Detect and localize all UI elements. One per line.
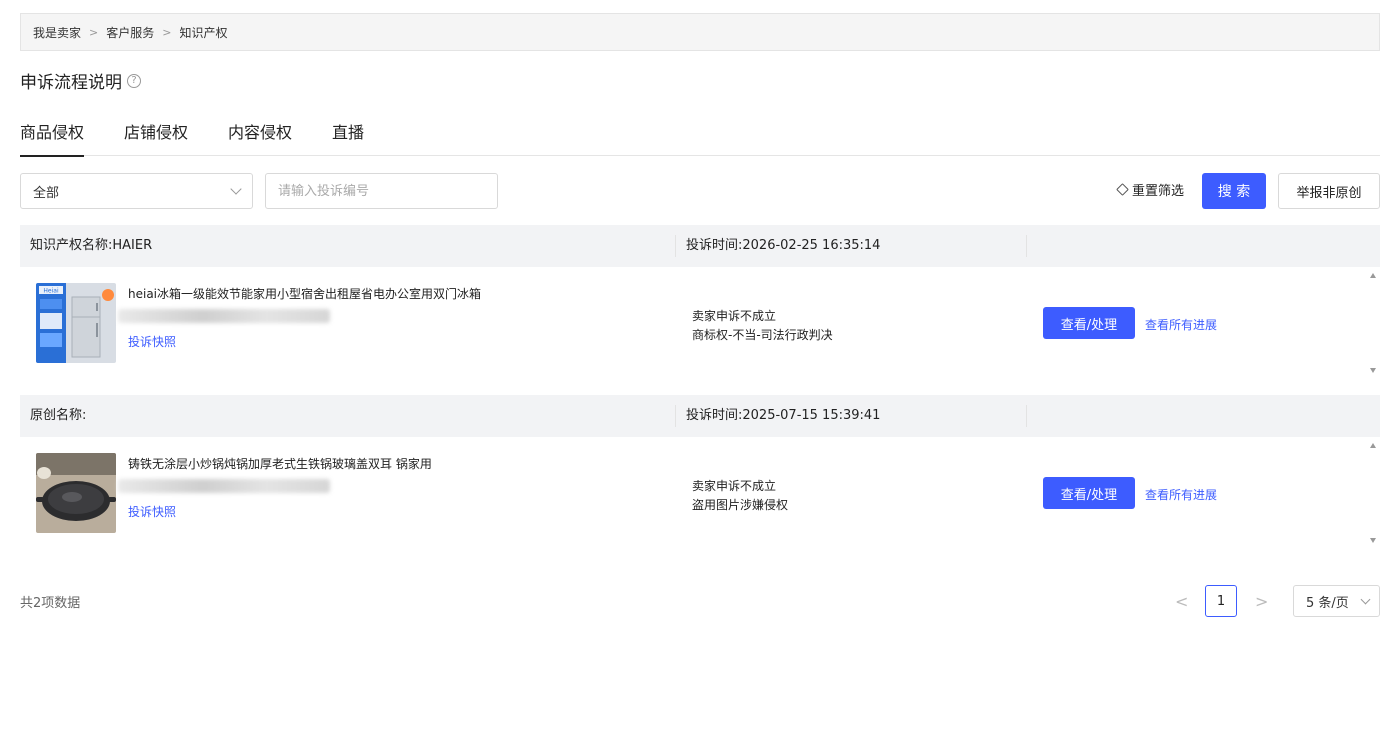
status-select-value: 全部 bbox=[33, 185, 60, 201]
page-size-value: 5 条/页 bbox=[1306, 595, 1349, 611]
breadcrumb-item-customer-service[interactable]: 客户服务 bbox=[106, 24, 154, 41]
blurred-info bbox=[118, 479, 330, 493]
report-non-original-button[interactable]: 举报非原创 bbox=[1278, 173, 1380, 209]
breadcrumb-item-seller[interactable]: 我是卖家 bbox=[33, 24, 81, 41]
complaint-number-input[interactable] bbox=[265, 173, 498, 209]
eraser-icon bbox=[1116, 183, 1129, 196]
view-all-progress-link[interactable]: 查看所有进展 bbox=[1145, 316, 1217, 333]
breadcrumb: 我是卖家 > 客户服务 > 知识产权 bbox=[20, 13, 1380, 51]
record-header: 原创名称: 投诉时间:2025-07-15 15:39:41 bbox=[20, 395, 1380, 437]
page-title: 申诉流程说明 ? bbox=[20, 68, 141, 93]
breadcrumb-item-ip[interactable]: 知识产权 bbox=[179, 24, 227, 41]
original-name: 原创名称: bbox=[20, 405, 676, 427]
tab-live-stream[interactable]: 直播 bbox=[332, 118, 364, 156]
scroll-down-icon[interactable] bbox=[1370, 538, 1376, 543]
product-thumbnail[interactable]: Heiai bbox=[36, 283, 116, 363]
complaint-snapshot-link[interactable]: 投诉快照 bbox=[128, 503, 176, 520]
scroll-up-icon[interactable] bbox=[1370, 443, 1376, 448]
view-handle-button[interactable]: 查看/处理 bbox=[1043, 307, 1135, 339]
reset-filter-label: 重置筛选 bbox=[1132, 184, 1185, 199]
tab-content-infringement[interactable]: 内容侵权 bbox=[228, 118, 292, 156]
record-body: 铸铁无涂层小炒锅炖锅加厚老式生铁锅玻璃盖双耳 锅家用 投诉快照 卖家申诉不成立 … bbox=[20, 437, 1380, 549]
scrollbar[interactable] bbox=[1366, 437, 1380, 549]
status-reason: 商标权-不当-司法行政判决 bbox=[692, 328, 833, 342]
view-handle-button[interactable]: 查看/处理 bbox=[1043, 477, 1135, 509]
complaint-status: 卖家申诉不成立 盗用图片涉嫌侵权 bbox=[692, 477, 788, 515]
blurred-info bbox=[118, 309, 330, 323]
status-result: 卖家申诉不成立 bbox=[692, 479, 777, 493]
tab-product-infringement[interactable]: 商品侵权 bbox=[20, 118, 85, 157]
tab-store-infringement[interactable]: 店铺侵权 bbox=[124, 118, 188, 156]
page-number-button[interactable]: 1 bbox=[1205, 585, 1237, 617]
record-header: 知识产权名称:HAIER 投诉时间:2026-02-25 16:35:14 bbox=[20, 225, 1380, 267]
view-all-progress-link[interactable]: 查看所有进展 bbox=[1145, 486, 1217, 503]
product-thumbnail[interactable] bbox=[36, 453, 116, 533]
scroll-down-icon[interactable] bbox=[1370, 368, 1376, 373]
page-size-select[interactable]: 5 条/页 bbox=[1293, 585, 1380, 617]
search-button[interactable]: 搜 索 bbox=[1202, 173, 1266, 209]
next-page-icon[interactable]: > bbox=[1255, 592, 1268, 611]
breadcrumb-separator: > bbox=[89, 25, 99, 39]
prev-page-icon[interactable]: < bbox=[1175, 592, 1188, 611]
breadcrumb-separator: > bbox=[162, 25, 172, 39]
tab-bar: 商品侵权 店铺侵权 内容侵权 直播 bbox=[20, 118, 1380, 157]
product-title[interactable]: 铸铁无涂层小炒锅炖锅加厚老式生铁锅玻璃盖双耳 锅家用 bbox=[128, 455, 432, 472]
complaint-record: 原创名称: 投诉时间:2025-07-15 15:39:41 铸铁无涂层小炒锅炖… bbox=[20, 395, 1380, 549]
status-result: 卖家申诉不成立 bbox=[692, 309, 777, 323]
reset-filter-button[interactable]: 重置筛选 bbox=[1116, 180, 1185, 199]
total-count: 共2项数据 bbox=[20, 596, 81, 611]
complaint-record: 知识产权名称:HAIER 投诉时间:2026-02-25 16:35:14 He… bbox=[20, 225, 1380, 379]
complaint-snapshot-link[interactable]: 投诉快照 bbox=[128, 333, 176, 350]
page-title-text: 申诉流程说明 bbox=[20, 73, 122, 93]
chevron-down-icon bbox=[230, 183, 242, 195]
wok-image bbox=[36, 453, 116, 533]
ip-name: 知识产权名称:HAIER bbox=[20, 235, 676, 257]
chevron-down-icon bbox=[1360, 594, 1371, 604]
complaint-time: 投诉时间:2025-07-15 15:39:41 bbox=[676, 405, 1027, 427]
status-reason: 盗用图片涉嫌侵权 bbox=[692, 498, 789, 512]
thumb-brand-text: Heiai bbox=[43, 288, 59, 295]
status-select[interactable]: 全部 bbox=[20, 173, 253, 209]
scrollbar[interactable] bbox=[1366, 267, 1380, 379]
product-title[interactable]: heiai冰箱一级能效节能家用小型宿舍出租屋省电办公室用双门冰箱 bbox=[128, 285, 481, 302]
complaint-time: 投诉时间:2026-02-25 16:35:14 bbox=[676, 235, 1027, 257]
scroll-up-icon[interactable] bbox=[1370, 273, 1376, 278]
record-body: Heiai heiai冰箱一级能效节能家用小型宿舍出租屋省电办公室用双门冰箱 投… bbox=[20, 267, 1380, 379]
complaint-status: 卖家申诉不成立 商标权-不当-司法行政判决 bbox=[692, 307, 833, 345]
fridge-image: Heiai bbox=[36, 283, 116, 363]
help-icon[interactable]: ? bbox=[127, 73, 141, 88]
